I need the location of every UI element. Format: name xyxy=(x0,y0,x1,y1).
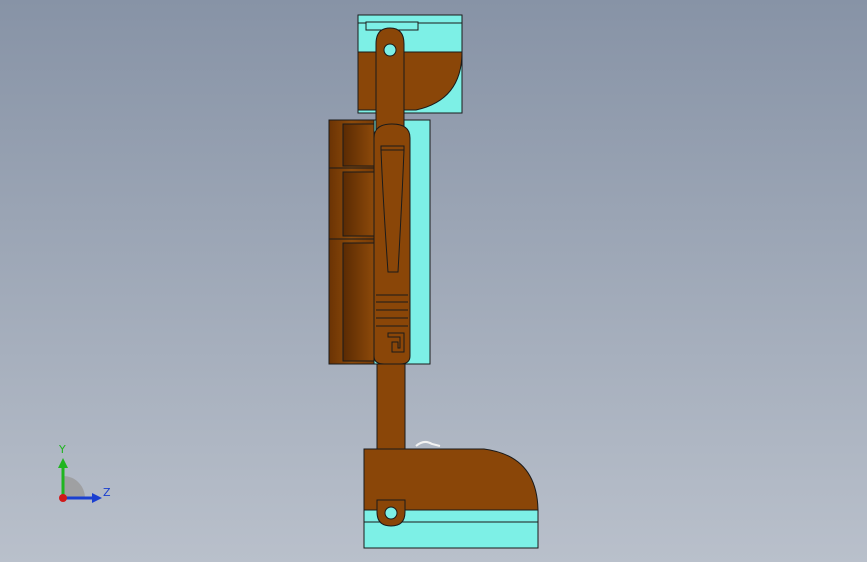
piston xyxy=(373,123,411,365)
mechanism-section-view[interactable] xyxy=(0,0,867,562)
housing-pocket-lower xyxy=(342,242,375,362)
housing-pocket-middle xyxy=(342,171,375,237)
bottom-base xyxy=(363,440,539,549)
view-orientation-triad[interactable]: Y Z xyxy=(50,440,120,510)
cad-viewport[interactable]: Y Z xyxy=(0,0,867,562)
base-top-detail xyxy=(415,440,441,447)
triad-origin xyxy=(59,494,67,502)
housing-pocket-upper xyxy=(342,123,375,167)
upper-link xyxy=(375,27,405,141)
triad-y-label: Y xyxy=(59,443,66,456)
triad-y-arrowhead xyxy=(58,458,68,468)
triad-plane-quadrant xyxy=(63,476,85,498)
lower-pivot-pin xyxy=(384,506,398,520)
triad-z-arrowhead xyxy=(92,493,102,503)
triad-z-label: Z xyxy=(103,486,111,499)
top-bracket xyxy=(357,14,463,114)
upper-pivot-pin xyxy=(383,43,397,57)
